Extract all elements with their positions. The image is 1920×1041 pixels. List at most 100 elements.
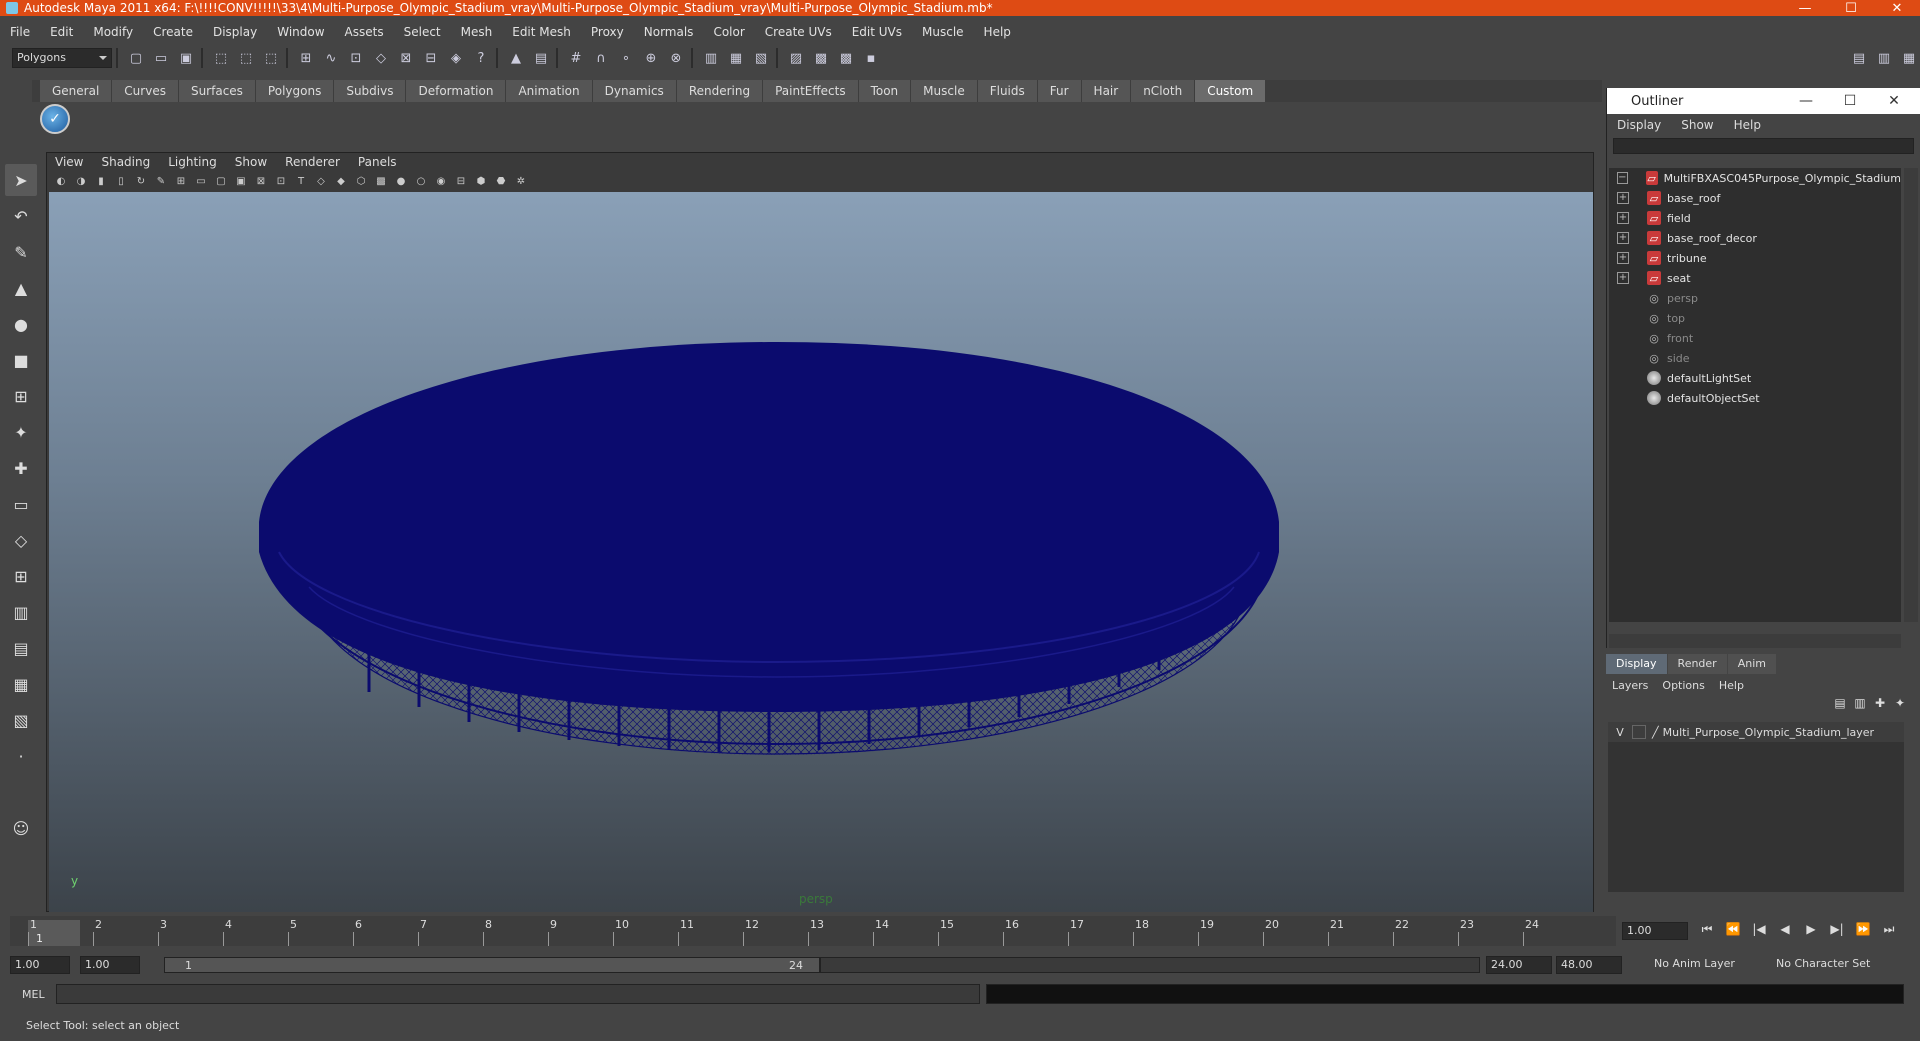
last-tool-icon[interactable]: ▭ <box>5 488 37 520</box>
tool-settings-toggle-icon[interactable]: ▥ <box>1873 47 1895 69</box>
step-back-frame-icon[interactable]: |◀ <box>1746 922 1772 940</box>
make-object-live-icon[interactable]: ⊗ <box>665 47 687 69</box>
command-input[interactable] <box>56 984 980 1004</box>
tab-surfaces[interactable]: Surfaces <box>178 80 255 102</box>
viewport-menu-renderer[interactable]: Renderer <box>285 155 340 169</box>
animation-start-field[interactable]: 1.00 <box>10 956 70 974</box>
snap-plane-icon[interactable]: ◇ <box>370 47 392 69</box>
universal-manipulator-icon[interactable]: ⊞ <box>5 380 37 412</box>
move-layer-down-icon[interactable]: ▥ <box>1850 696 1870 718</box>
outliner-menu-show[interactable]: Show <box>1681 118 1713 132</box>
wireframe-on-shaded-icon[interactable]: ⬡ <box>353 173 369 189</box>
ipr-render-icon[interactable]: ▧ <box>750 47 772 69</box>
outliner-horizontal-scrollbar[interactable] <box>1609 634 1901 648</box>
menu-color[interactable]: Color <box>713 25 744 39</box>
play-forwards-icon[interactable]: ▶ <box>1798 922 1824 940</box>
all-lights-icon[interactable]: ○ <box>413 173 429 189</box>
menu-file[interactable]: File <box>10 25 30 39</box>
snap-grid-icon[interactable]: ⊞ <box>295 47 317 69</box>
film-gate-icon[interactable]: ▭ <box>193 173 209 189</box>
select-component-icon[interactable]: ⬚ <box>260 47 282 69</box>
default-lighting-icon[interactable]: ● <box>393 173 409 189</box>
soft-modification-icon[interactable]: ✦ <box>5 416 37 448</box>
render-view-icon[interactable]: ▩ <box>835 47 857 69</box>
safe-title-icon[interactable]: T <box>293 173 309 189</box>
step-forward-frame-icon[interactable]: ▶| <box>1824 922 1850 940</box>
go-to-start-icon[interactable]: ⏮ <box>1694 922 1720 940</box>
hypershade-persp-layout-icon[interactable]: ▦ <box>5 668 37 700</box>
single-perspective-layout-icon[interactable]: ◇ <box>5 524 37 556</box>
expand-icon[interactable]: + <box>1617 212 1629 224</box>
persp-outliner-layout-icon[interactable]: ▥ <box>5 596 37 628</box>
make-live-icon[interactable]: ⊠ <box>395 47 417 69</box>
menu-mesh[interactable]: Mesh <box>461 25 493 39</box>
2d-pan-zoom-icon[interactable]: ↻ <box>133 173 149 189</box>
step-back-key-icon[interactable]: ⏪ <box>1720 922 1746 940</box>
save-scene-icon[interactable]: ▣ <box>175 47 197 69</box>
playback-end-field[interactable]: 24.00 <box>1486 956 1552 974</box>
menu-edit[interactable]: Edit <box>50 25 73 39</box>
select-miscellaneous-icon[interactable]: ◈ <box>445 47 467 69</box>
expand-icon[interactable]: + <box>1617 232 1629 244</box>
3d-viewport[interactable]: y persp <box>49 192 1593 912</box>
scale-tool-icon[interactable]: ■ <box>5 344 37 376</box>
checkmark-shelf-icon[interactable]: ✓ <box>40 104 70 134</box>
viewport-menu-view[interactable]: View <box>55 155 83 169</box>
move-layer-up-icon[interactable]: ▤ <box>1830 696 1850 718</box>
lock-icon[interactable]: ▲ <box>505 47 527 69</box>
command-language-label[interactable]: MEL <box>0 988 56 1001</box>
tab-hair[interactable]: Hair <box>1081 80 1131 102</box>
tab-subdivs[interactable]: Subdivs <box>334 80 406 102</box>
show-manipulator-icon[interactable]: ✚ <box>5 452 37 484</box>
outliner-minimize-icon[interactable]: — <box>1784 88 1828 114</box>
outliner-filter-input[interactable] <box>1613 138 1914 154</box>
lasso-tool-icon[interactable]: ↶ <box>5 200 37 232</box>
tab-deformation[interactable]: Deformation <box>406 80 506 102</box>
animation-end-field[interactable]: 48.00 <box>1556 956 1622 974</box>
tab-curves[interactable]: Curves <box>112 80 178 102</box>
expand-icon[interactable]: + <box>1617 272 1629 284</box>
tab-fur[interactable]: Fur <box>1037 80 1081 102</box>
construction-history-icon[interactable]: ▥ <box>700 47 722 69</box>
outliner-vertical-scrollbar[interactable] <box>1904 168 1918 622</box>
current-time-field[interactable]: 1.00 <box>1622 922 1688 940</box>
outliner-item[interactable]: defaultObjectSet <box>1609 388 1901 408</box>
snap-to-grids-icon[interactable]: # <box>565 47 587 69</box>
xray-joints-icon[interactable]: ⬣ <box>493 173 509 189</box>
snap-to-points-icon[interactable]: ∘ <box>615 47 637 69</box>
xray-active-components-icon[interactable]: ✲ <box>513 173 529 189</box>
render-current-frame-icon[interactable]: ▦ <box>725 47 747 69</box>
collapse-icon[interactable]: − <box>1617 172 1628 184</box>
shadows-icon[interactable]: ◉ <box>433 173 449 189</box>
viewport-menu-show[interactable]: Show <box>235 155 267 169</box>
outliner-item[interactable]: ◎ persp <box>1609 288 1901 308</box>
tab-painteffects[interactable]: PaintEffects <box>763 80 858 102</box>
persp-graph-layout-icon[interactable]: ▤ <box>5 632 37 664</box>
rotate-tool-icon[interactable]: ● <box>5 308 37 340</box>
menu-proxy[interactable]: Proxy <box>591 25 624 39</box>
outliner-item[interactable]: ◎ side <box>1609 348 1901 368</box>
layer-menu-options[interactable]: Options <box>1662 679 1704 692</box>
new-scene-icon[interactable]: ▢ <box>125 47 147 69</box>
safe-action-icon[interactable]: ⊡ <box>273 173 289 189</box>
menu-select[interactable]: Select <box>404 25 441 39</box>
tab-toon[interactable]: Toon <box>858 80 911 102</box>
outliner-item[interactable]: + ▱ base_roof <box>1609 188 1901 208</box>
menu-modify[interactable]: Modify <box>93 25 133 39</box>
layer-menu-help[interactable]: Help <box>1719 679 1744 692</box>
tab-render-layers[interactable]: Render <box>1667 654 1727 674</box>
grid-icon[interactable]: ⊞ <box>173 173 189 189</box>
outliner-close-icon[interactable]: ✕ <box>1872 88 1916 114</box>
tab-muscle[interactable]: Muscle <box>911 80 977 102</box>
outliner-menu-display[interactable]: Display <box>1617 118 1661 132</box>
tab-fluids[interactable]: Fluids <box>977 80 1037 102</box>
wireframe-icon[interactable]: ◇ <box>313 173 329 189</box>
menu-help[interactable]: Help <box>984 25 1011 39</box>
select-hierarchy-icon[interactable]: ⬚ <box>210 47 232 69</box>
menu-edit-mesh[interactable]: Edit Mesh <box>512 25 571 39</box>
feedback-icon[interactable]: ☺ <box>5 812 37 844</box>
new-layer-icon[interactable]: ✚ <box>1870 696 1890 718</box>
gate-mask-icon[interactable]: ▣ <box>233 173 249 189</box>
go-to-end-icon[interactable]: ⏭ <box>1876 922 1902 940</box>
character-set-selector[interactable]: No Character Set <box>1772 955 1882 973</box>
